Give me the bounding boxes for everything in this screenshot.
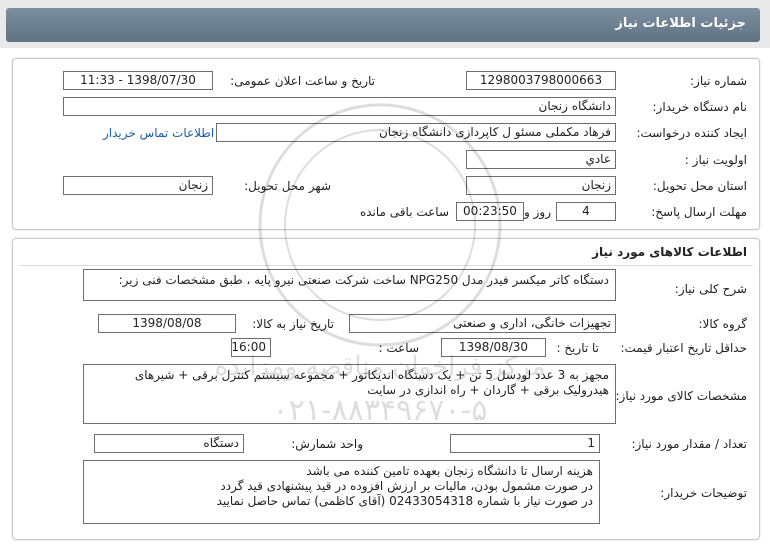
buyer-notes-label: توضیحات خریدار: — [660, 486, 747, 500]
buyer-notes-field: هزینه ارسال تا دانشگاه زنجان بعهده تامین… — [83, 460, 600, 524]
unit-field: دستگاه — [94, 434, 244, 453]
goods-section-title: اطلاعات کالاهای مورد نیاز — [592, 245, 747, 259]
province-field: زنجان — [466, 176, 616, 195]
need-number-field: 1298003798000663 — [466, 71, 616, 90]
until-date-label: تا تاریخ : — [556, 341, 599, 355]
priority-label: اولویت نیاز : — [684, 153, 747, 167]
city-label: شهر محل تحویل: — [244, 179, 331, 193]
need-number-label: شماره نیاز: — [690, 74, 747, 88]
general-desc-field: دستگاه کاتر میکسر فیدر مدل NPG250 ساخت ش… — [83, 269, 616, 301]
remaining-label: ساعت باقی مانده — [359, 205, 449, 219]
hour-label: ساعت : — [378, 341, 419, 355]
header-bar: جزئیات اطلاعات نیاز — [6, 8, 760, 42]
announce-datetime-field: 1398/07/30 - 11:33 — [63, 71, 213, 90]
buyer-label: نام دستگاه خریدار: — [652, 100, 748, 114]
goods-group-field: تجهیزات خانگی، اداری و صنعتی — [349, 314, 616, 333]
need-date-label: تاریخ نیاز به کالا: — [252, 317, 334, 331]
goods-group-label: گروه کالا: — [698, 317, 748, 331]
deadline-days-field: 4 — [556, 202, 616, 221]
buyer-notes-line: هزینه ارسال تا دانشگاه زنجان بعهده تامین… — [306, 464, 593, 478]
buyer-field: دانشگاه زنجان — [63, 97, 616, 116]
buyer-contact-link[interactable]: اطلاعات تماس خریدار — [103, 126, 214, 140]
goods-info-panel: اطلاعات کالاهای مورد نیاز شرح کلی نیاز: … — [12, 238, 760, 540]
creator-label: ایجاد کننده درخواست: — [636, 126, 747, 140]
quantity-field: 1 — [450, 434, 600, 453]
need-date-field: 1398/08/08 — [98, 314, 236, 333]
announce-datetime-label: تاریخ و ساعت اعلان عمومی: — [230, 74, 375, 88]
days-label: روز و — [524, 205, 551, 219]
deadline-time-field: 00:23:50 — [456, 202, 524, 221]
buyer-notes-line: در صورت نیاز با شماره 02433054318 (آقای … — [216, 494, 593, 508]
unit-label: واحد شمارش: — [291, 437, 363, 451]
min-validity-label: حداقل تاریخ اعتبار قیمت: — [620, 341, 747, 355]
specs-field: مجهز به 3 عدد لودسل 5 تن + یک دستگاه اند… — [83, 364, 616, 424]
deadline-label: مهلت ارسال پاسخ: — [651, 205, 747, 219]
hour-field: 16:00 — [231, 338, 271, 357]
specs-label: مشخصات کالای مورد نیاز: — [615, 389, 747, 403]
section-divider — [19, 265, 753, 266]
quantity-label: تعداد / مقدار مورد نیاز: — [631, 437, 747, 451]
city-field: زنجان — [63, 176, 213, 195]
need-info-panel: شماره نیاز: 1298003798000663 تاریخ و ساع… — [12, 58, 760, 230]
page-header: جزئیات اطلاعات نیاز — [0, 0, 770, 48]
general-desc-label: شرح کلی نیاز: — [674, 282, 747, 296]
creator-field: فرهاد مکملی مسئو ل کاپردازی دانشگاه زنجا… — [216, 123, 616, 142]
buyer-notes-line: در صورت مشمول بودن، مالیات بر ارزش افزود… — [220, 479, 593, 493]
until-date-field: 1398/08/30 — [441, 338, 546, 357]
province-label: استان محل تحویل: — [652, 179, 747, 193]
page-title: جزئیات اطلاعات نیاز — [615, 16, 746, 31]
priority-field: عادي — [466, 150, 616, 169]
